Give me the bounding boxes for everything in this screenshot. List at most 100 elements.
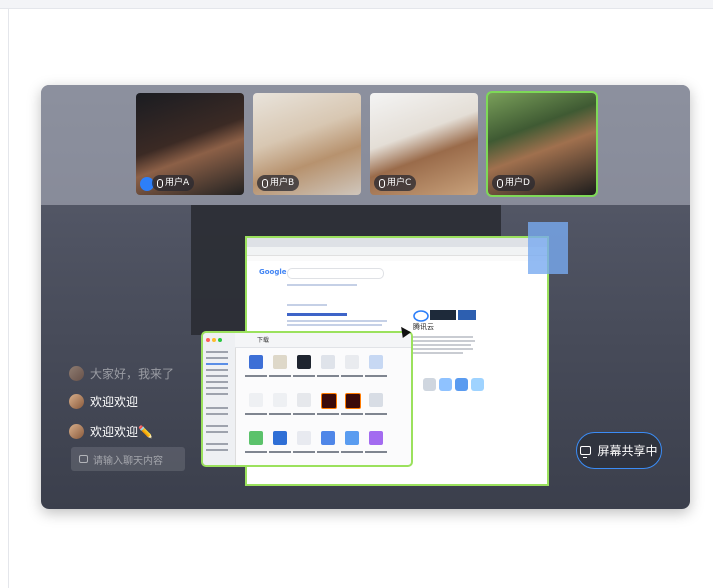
- folder-icon: [345, 431, 359, 445]
- result-line: [287, 324, 382, 326]
- close-dot-icon: [206, 338, 210, 342]
- result-line: [287, 284, 357, 286]
- minimize-dot-icon: [212, 338, 216, 342]
- file-icon: [297, 431, 311, 445]
- cloud-icon: [471, 378, 484, 391]
- file-label: [341, 375, 363, 377]
- screen-share-icon: [580, 446, 592, 458]
- cloud-icon: [439, 378, 452, 391]
- browser-bookmarks: [247, 256, 547, 261]
- sidebar-row: [206, 369, 228, 371]
- chat-message: 欢迎欢迎✏️: [69, 423, 153, 440]
- sidebar-row: [206, 443, 228, 445]
- divider: [8, 8, 9, 588]
- sidebar-row: [206, 357, 228, 359]
- file-label: [341, 451, 363, 453]
- sidebar-row: [206, 407, 228, 409]
- file-icon: [249, 431, 263, 445]
- avatar: [69, 424, 84, 439]
- file-label: [293, 451, 315, 453]
- mic-icon: [262, 178, 268, 188]
- kp-line: [413, 344, 471, 346]
- file-icon: [321, 355, 335, 369]
- kp-line: [413, 352, 463, 354]
- participant-name: 用户A: [152, 175, 195, 191]
- browser-tabbar: [247, 238, 547, 247]
- avatar: [69, 366, 84, 381]
- file-label: [365, 451, 387, 453]
- participant-name: 用户B: [257, 175, 300, 191]
- chat-message-text: 欢迎欢迎: [90, 395, 139, 409]
- file-icon: [369, 355, 383, 369]
- file-icon: [273, 431, 287, 445]
- tencent-cloud-name: 腾讯云: [413, 323, 434, 331]
- file-label: [341, 413, 363, 415]
- mic-icon: [497, 178, 503, 188]
- illustrator-file-icon: [345, 393, 361, 409]
- result-line: [287, 320, 387, 322]
- file-label: [365, 413, 387, 415]
- participant-tile[interactable]: 用户B: [253, 93, 361, 195]
- kp-line: [413, 348, 473, 350]
- participant-name: 用户D: [492, 175, 535, 191]
- result-title: [287, 313, 347, 316]
- file-icon: [249, 393, 263, 407]
- kp-line: [413, 340, 475, 342]
- finder-toolbar: 下载: [235, 333, 411, 348]
- file-icon: [273, 355, 287, 369]
- result-line: [287, 304, 327, 306]
- sidebar-row: [206, 425, 228, 427]
- file-label: [317, 375, 339, 377]
- sidebar-row: [206, 413, 228, 415]
- file-label: [293, 413, 315, 415]
- sidebar-row: [206, 375, 228, 377]
- browser-urlbar: [247, 247, 547, 256]
- zoom-dot-icon: [218, 338, 222, 342]
- file-icon: [273, 393, 287, 407]
- finder-sidebar: [203, 333, 236, 465]
- file-label: [245, 375, 267, 377]
- chat-input[interactable]: 请输入聊天内容: [71, 447, 185, 471]
- participant-tile[interactable]: 用户A: [136, 93, 244, 195]
- screen-share-label: 屏幕共享中: [597, 444, 658, 458]
- mic-icon: [157, 178, 163, 188]
- chat-message: 欢迎欢迎: [69, 393, 138, 410]
- file-label: [245, 451, 267, 453]
- file-icon: [369, 431, 383, 445]
- participant-tile[interactable]: 用户C: [370, 93, 478, 195]
- mic-icon: [379, 178, 385, 188]
- file-label: [269, 451, 291, 453]
- file-label: [269, 375, 291, 377]
- file-label: [293, 375, 315, 377]
- participant-tile-speaking[interactable]: 用户D: [486, 91, 598, 197]
- file-icon: [369, 393, 383, 407]
- google-logo: Google: [259, 268, 287, 276]
- kp-line: [413, 336, 473, 338]
- chat-message-text: 大家好，我来了: [90, 367, 175, 381]
- file-label: [245, 413, 267, 415]
- participant-strip: 用户A 用户B 用户C 用户D: [41, 85, 690, 205]
- screen-share-button[interactable]: 屏幕共享中: [576, 432, 662, 469]
- chat-message: 大家好，我来了: [69, 365, 174, 382]
- file-icon: [321, 431, 335, 445]
- file-label: [269, 413, 291, 415]
- sidebar-row: [206, 351, 228, 353]
- file-icon: [345, 355, 359, 369]
- file-icon: [249, 355, 263, 369]
- sidebar-row: [206, 449, 228, 451]
- chat-input-placeholder: 请输入聊天内容: [93, 455, 163, 467]
- sidebar-row: [206, 381, 228, 383]
- sidebar-row: [206, 387, 228, 389]
- file-icon: [297, 355, 311, 369]
- illustrator-file-icon: [321, 393, 337, 409]
- finder-title: 下载: [257, 337, 270, 344]
- cloud-icon: [423, 378, 436, 391]
- sidebar-row: [206, 363, 228, 365]
- google-searchbox: [287, 268, 384, 279]
- file-icon: [297, 393, 311, 407]
- tencent-cloud-logo: [413, 310, 476, 322]
- top-bar: [0, 0, 713, 9]
- file-label: [365, 375, 387, 377]
- cloud-icon: [455, 378, 468, 391]
- file-label: [317, 451, 339, 453]
